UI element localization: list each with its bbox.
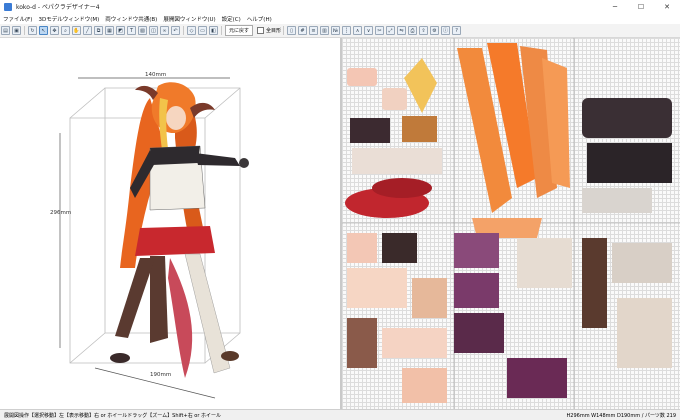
zoom-icon[interactable]: ⌕ xyxy=(61,26,70,35)
rotate-icon[interactable]: ↻ xyxy=(28,26,37,35)
dimension-depth-label: 190mm xyxy=(150,372,172,378)
view-unfold-icon[interactable]: ▭ xyxy=(198,26,207,35)
open-icon[interactable]: ▤ xyxy=(1,26,10,35)
mirror-icon[interactable]: ⇋ xyxy=(397,26,407,35)
print-icon[interactable]: ⎙ xyxy=(408,26,418,35)
image-icon[interactable]: ▧ xyxy=(138,26,147,35)
all-parts-checkbox[interactable]: 全目形 xyxy=(257,26,281,35)
page-icon[interactable]: ▯ xyxy=(287,26,297,35)
menu-help[interactable]: ヘルプ(H) xyxy=(244,15,275,23)
model-3d-canvas xyxy=(59,77,249,399)
scale-icon[interactable]: ⤢ xyxy=(386,26,396,35)
settings-icon[interactable]: ⚙ xyxy=(430,26,440,35)
cut-icon[interactable]: ✂ xyxy=(375,26,385,35)
status-bar: 展開図操作【選択移動】左【表示移動】右 or ホイールドラッグ【ズーム】Shif… xyxy=(0,409,680,420)
unfold-canvas xyxy=(342,38,680,409)
checkbox-box-icon xyxy=(257,27,265,34)
toolbar-separator xyxy=(183,26,184,35)
move-icon[interactable]: ✥ xyxy=(50,26,59,35)
number-icon[interactable]: № xyxy=(331,26,341,35)
menu-file[interactable]: ファイル(F) xyxy=(0,15,35,23)
view-3d-icon[interactable]: ◇ xyxy=(187,26,196,35)
align-icon[interactable]: ≡ xyxy=(309,26,319,35)
mountain-icon[interactable]: ∧ xyxy=(353,26,363,35)
undo-icon[interactable]: ↶ xyxy=(171,26,180,35)
select-icon[interactable]: ↖ xyxy=(39,26,48,35)
text-icon[interactable]: T xyxy=(127,26,136,35)
window-controls: ─ ☐ ✕ xyxy=(602,0,680,13)
app-icon xyxy=(4,2,12,11)
unfold-viewport[interactable] xyxy=(342,38,680,409)
all-parts-checkbox-label: 全目形 xyxy=(266,28,282,34)
link-icon[interactable]: ∞ xyxy=(160,26,169,35)
toolbar: ▤ ▣ ↻ ↖ ✥ ⌕ ✋ ╱ ⧉ ▦ ◩ T ▧ ◫ ∞ ↶ ◇ ▭ ◧ 元に… xyxy=(0,24,680,38)
save-icon[interactable]: ▣ xyxy=(12,26,21,35)
toolbar-separator xyxy=(221,26,222,35)
status-left-text: 展開図操作【選択移動】左【表示移動】右 or ホイールドラッグ【ズーム】Shif… xyxy=(4,412,221,419)
status-right-text: H296mm W148mm D190mm / パーツ数 219 xyxy=(566,412,676,419)
toolbar-separator xyxy=(24,26,25,35)
minimize-button[interactable]: ─ xyxy=(602,0,628,13)
layer-icon[interactable]: ◫ xyxy=(149,26,158,35)
arrange-icon[interactable]: ▥ xyxy=(320,26,330,35)
menu-3d-window[interactable]: 3Dモデルウィンドウ(M) xyxy=(35,15,102,23)
model-3d-viewport[interactable]: 140mm 296mm 190mm xyxy=(0,38,340,409)
dimension-height-label: 296mm xyxy=(50,210,72,216)
edge-icon[interactable]: ╱ xyxy=(83,26,92,35)
character-model xyxy=(110,82,249,378)
export-icon[interactable]: ⇪ xyxy=(419,26,429,35)
dimension-width-label: 140mm xyxy=(145,72,167,78)
info-icon[interactable]: ⓘ xyxy=(441,26,451,35)
grid-icon[interactable]: # xyxy=(298,26,308,35)
window-title: koko-d - ペパクラデザイナー4 xyxy=(16,4,100,11)
fold-line-icon[interactable]: ┆ xyxy=(342,26,352,35)
texture-icon[interactable]: ▦ xyxy=(105,26,114,35)
close-button[interactable]: ✕ xyxy=(654,0,680,13)
leg-parts xyxy=(517,238,672,368)
title-bar: koko-d - ペパクラデザイナー4 ─ ☐ ✕ xyxy=(0,0,680,13)
menu-unfold-window[interactable]: 展開図ウィンドウ(U) xyxy=(160,15,218,23)
armor-parts xyxy=(582,98,672,213)
menu-settings[interactable]: 設定(C) xyxy=(219,15,244,23)
pan-icon[interactable]: ✋ xyxy=(72,26,81,35)
help-icon[interactable]: ? xyxy=(452,26,462,35)
valley-icon[interactable]: ∨ xyxy=(364,26,374,35)
maximize-button[interactable]: ☐ xyxy=(628,0,654,13)
join-icon[interactable]: ⧉ xyxy=(94,26,103,35)
flap-icon[interactable]: ◩ xyxy=(116,26,125,35)
menu-both-windows[interactable]: 両ウィンドウ共通(B) xyxy=(102,15,160,23)
split-view-icon[interactable]: ◧ xyxy=(209,26,218,35)
skirt-parts xyxy=(345,178,432,218)
origin-button[interactable]: 元に戻す xyxy=(225,25,254,36)
limb-parts xyxy=(347,233,447,403)
toolbar-separator xyxy=(283,26,285,35)
